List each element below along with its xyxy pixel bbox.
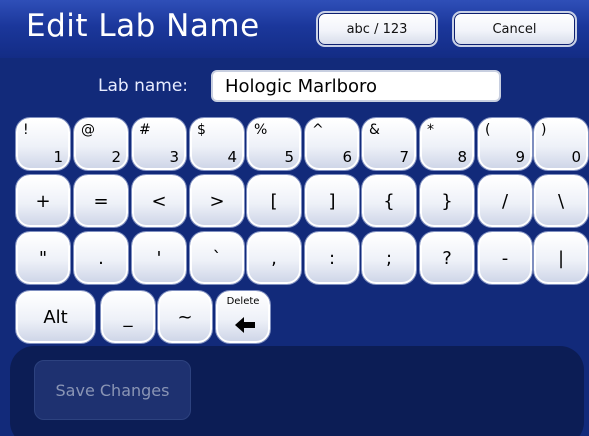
- key-digit: 2: [111, 148, 121, 166]
- key-label: Alt: [43, 306, 68, 328]
- key-digit: 8: [457, 148, 467, 166]
- key-label: ": [38, 247, 48, 269]
- key-label: ': [156, 247, 162, 269]
- key-equals[interactable]: =: [74, 175, 128, 227]
- key-label: ,: [271, 247, 277, 269]
- key-label: ~: [177, 306, 193, 328]
- key-shift-char: @: [81, 122, 95, 138]
- key-digit: 5: [284, 148, 294, 166]
- key-shift-char: %: [254, 122, 268, 138]
- key-right-bracket[interactable]: ]: [305, 175, 359, 227]
- key-alt[interactable]: Alt: [16, 291, 95, 343]
- key-7[interactable]: & 7: [362, 118, 416, 170]
- key-digit: 4: [227, 148, 237, 166]
- key-label: `: [212, 247, 222, 269]
- key-label: /: [501, 190, 509, 212]
- key-shift-char: $: [197, 122, 206, 138]
- key-shift-char: *: [427, 122, 434, 138]
- key-shift-char: (: [485, 122, 491, 138]
- key-1[interactable]: ! 1: [16, 118, 70, 170]
- key-label: }: [441, 190, 453, 212]
- key-plus[interactable]: +: [16, 175, 70, 227]
- key-5[interactable]: % 5: [247, 118, 301, 170]
- save-changes-button[interactable]: Save Changes: [34, 360, 191, 420]
- key-label: [: [270, 190, 278, 212]
- key-delete[interactable]: Delete: [216, 291, 270, 343]
- key-shift-char: ): [541, 122, 547, 138]
- key-digit: 9: [515, 148, 525, 166]
- key-label: :: [328, 247, 336, 269]
- key-3[interactable]: # 3: [132, 118, 186, 170]
- key-9[interactable]: ( 9: [478, 118, 532, 170]
- key-shift-char: &: [369, 122, 380, 138]
- key-6[interactable]: ^ 6: [305, 118, 359, 170]
- key-label: .: [98, 247, 104, 269]
- key-label: ]: [328, 190, 336, 212]
- key-left-brace[interactable]: {: [362, 175, 416, 227]
- key-label: +: [35, 190, 51, 212]
- key-right-brace[interactable]: }: [420, 175, 474, 227]
- key-label: _: [123, 306, 133, 328]
- key-greater-than[interactable]: >: [190, 175, 244, 227]
- key-backslash[interactable]: \: [534, 175, 588, 227]
- lab-name-input[interactable]: [211, 70, 501, 102]
- key-digit: 6: [342, 148, 352, 166]
- key-period[interactable]: .: [74, 232, 128, 284]
- edit-lab-name-screen: Edit Lab Name abc / 123 Cancel Lab name:…: [0, 0, 589, 436]
- key-digit: 0: [571, 148, 581, 166]
- key-tilde[interactable]: ~: [158, 291, 212, 343]
- key-shift-char: #: [139, 122, 151, 138]
- abc-123-toggle-button[interactable]: abc / 123: [316, 11, 438, 47]
- key-left-bracket[interactable]: [: [247, 175, 301, 227]
- key-2[interactable]: @ 2: [74, 118, 128, 170]
- lab-name-label: Lab name:: [98, 76, 189, 96]
- page-title: Edit Lab Name: [26, 8, 260, 44]
- key-apostrophe[interactable]: ': [132, 232, 186, 284]
- key-colon[interactable]: :: [305, 232, 359, 284]
- key-0[interactable]: ) 0: [534, 118, 588, 170]
- key-digit: 3: [169, 148, 179, 166]
- key-less-than[interactable]: <: [132, 175, 186, 227]
- key-semicolon[interactable]: ;: [362, 232, 416, 284]
- key-shift-char: ^: [312, 122, 324, 138]
- key-8[interactable]: * 8: [420, 118, 474, 170]
- key-label: |: [557, 247, 565, 269]
- key-question-mark[interactable]: ?: [420, 232, 474, 284]
- key-label: \: [557, 190, 565, 212]
- key-underscore[interactable]: _: [101, 291, 155, 343]
- key-pipe[interactable]: |: [534, 232, 588, 284]
- key-backtick[interactable]: `: [190, 232, 244, 284]
- key-label: Delete: [226, 296, 260, 307]
- cancel-button[interactable]: Cancel: [452, 11, 577, 47]
- key-label: ?: [442, 247, 452, 269]
- key-4[interactable]: $ 4: [190, 118, 244, 170]
- key-comma[interactable]: ,: [247, 232, 301, 284]
- key-double-quote[interactable]: ": [16, 232, 70, 284]
- key-digit: 7: [399, 148, 409, 166]
- key-label: >: [209, 190, 225, 212]
- key-label: -: [501, 247, 509, 269]
- key-label: ;: [385, 247, 393, 269]
- key-label: <: [151, 190, 167, 212]
- left-arrow-icon: [235, 317, 255, 333]
- key-digit: 1: [53, 148, 63, 166]
- header-bar: Edit Lab Name abc / 123 Cancel: [0, 0, 589, 58]
- key-shift-char: !: [23, 122, 29, 138]
- key-label: {: [383, 190, 395, 212]
- key-label: =: [93, 190, 109, 212]
- key-slash[interactable]: /: [478, 175, 532, 227]
- key-hyphen[interactable]: -: [478, 232, 532, 284]
